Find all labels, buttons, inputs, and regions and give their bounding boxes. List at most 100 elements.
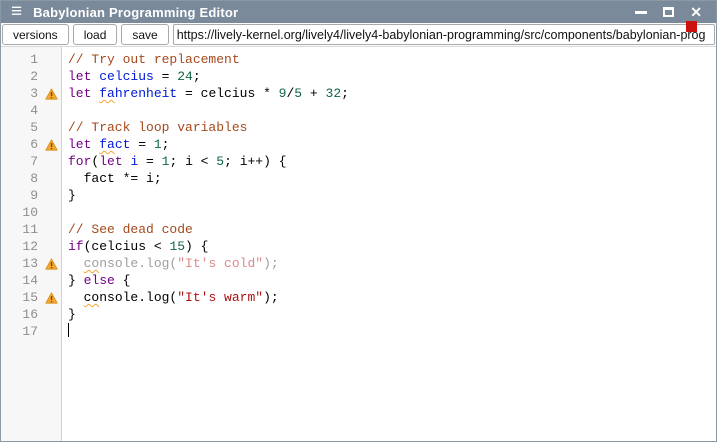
code-text <box>62 323 69 340</box>
code-line[interactable]: 13 console.log("It's cold"); <box>1 255 716 272</box>
code-token: hrenheit <box>115 86 177 101</box>
code-line[interactable]: 10 <box>1 204 716 221</box>
code-token <box>68 256 84 271</box>
versions-button[interactable]: versions <box>2 24 69 45</box>
warn-slot <box>41 187 62 204</box>
code-line[interactable]: 2 let celcius = 24; <box>1 68 716 85</box>
code-token: if <box>68 239 84 254</box>
line-number: 14 <box>1 272 41 289</box>
line-number: 11 <box>1 221 41 238</box>
line-number: 5 <box>1 119 41 136</box>
code-editor[interactable]: 1// Try out replacement2let celcius = 24… <box>1 47 716 441</box>
code-token: ; <box>193 69 201 84</box>
code-text: } <box>62 187 76 204</box>
warning-icon[interactable] <box>41 85 62 102</box>
code-token: fa <box>99 137 115 152</box>
load-button[interactable]: load <box>73 24 118 45</box>
code-line[interactable]: 6let fact = 1; <box>1 136 716 153</box>
code-line[interactable]: 8 fact *= i; <box>1 170 716 187</box>
code-line[interactable]: 7for(let i = 1; i < 5; i++) { <box>1 153 716 170</box>
code-token: ; i++) { <box>224 154 286 169</box>
code-token: 1 <box>154 137 162 152</box>
window-title: Babylonian Programming Editor <box>33 5 238 20</box>
code-token: let <box>68 69 91 84</box>
line-number: 2 <box>1 68 41 85</box>
drag-handle[interactable] <box>686 21 697 32</box>
code-token: { <box>115 273 131 288</box>
line-number: 17 <box>1 323 41 340</box>
menu-icon[interactable]: ≡ <box>11 2 22 22</box>
code-text: // Try out replacement <box>62 51 240 68</box>
code-line[interactable]: 16} <box>1 306 716 323</box>
toolbar: versions load save <box>1 23 716 47</box>
window-controls: ✕ <box>635 5 702 19</box>
code-text: } else { <box>62 272 130 289</box>
line-number: 12 <box>1 238 41 255</box>
code-token: + <box>302 86 325 101</box>
code-text: console.log("It's cold"); <box>62 255 279 272</box>
code-token: let <box>68 86 91 101</box>
maximize-icon[interactable] <box>663 7 674 17</box>
code-text: // Track loop variables <box>62 119 247 136</box>
code-token: // See dead code <box>68 222 193 237</box>
warn-slot <box>41 119 62 136</box>
code-token: } <box>68 273 84 288</box>
code-token: = <box>138 154 161 169</box>
line-number: 15 <box>1 289 41 306</box>
code-line[interactable]: 14 } else { <box>1 272 716 289</box>
warn-slot <box>41 306 62 323</box>
code-line[interactable]: 11 // See dead code <box>1 221 716 238</box>
code-line[interactable]: 17 <box>1 323 716 340</box>
code-token: ct <box>115 137 131 152</box>
code-line[interactable]: 9} <box>1 187 716 204</box>
save-button[interactable]: save <box>121 24 168 45</box>
url-input[interactable] <box>173 24 715 45</box>
code-line[interactable]: 3let fahrenheit = celcius * 9/5 + 32; <box>1 85 716 102</box>
code-token: ; <box>341 86 349 101</box>
code-token: co <box>84 290 100 305</box>
code-token: // Track loop variables <box>68 120 247 135</box>
warn-slot <box>41 170 62 187</box>
close-icon[interactable]: ✕ <box>690 5 702 19</box>
code-token <box>68 290 84 305</box>
warning-icon[interactable] <box>41 136 62 153</box>
code-text: console.log("It's warm"); <box>62 289 279 306</box>
line-number: 13 <box>1 255 41 272</box>
code-line[interactable]: 5 // Track loop variables <box>1 119 716 136</box>
minimize-icon[interactable] <box>635 11 647 14</box>
code-token: 5 <box>294 86 302 101</box>
warning-icon[interactable] <box>41 255 62 272</box>
code-line[interactable]: 15 console.log("It's warm"); <box>1 289 716 306</box>
code-token: ; <box>162 137 170 152</box>
code-token: fact *= i; <box>68 171 162 186</box>
text-cursor <box>68 323 69 337</box>
warn-slot <box>41 238 62 255</box>
code-token: 24 <box>177 69 193 84</box>
code-line[interactable]: 1// Try out replacement <box>1 51 716 68</box>
warn-slot <box>41 68 62 85</box>
line-number: 6 <box>1 136 41 153</box>
line-number: 7 <box>1 153 41 170</box>
warn-slot <box>41 102 62 119</box>
title-bar: ≡ Babylonian Programming Editor ✕ <box>1 1 716 23</box>
code-text: } <box>62 306 76 323</box>
warn-slot <box>41 221 62 238</box>
code-token: nsole.log( <box>99 290 177 305</box>
warning-icon[interactable] <box>41 289 62 306</box>
code-text: let celcius = 24; <box>62 68 201 85</box>
warn-slot <box>41 51 62 68</box>
code-token: = celcius * <box>177 86 278 101</box>
code-token: for <box>68 154 91 169</box>
line-number: 8 <box>1 170 41 187</box>
code-token: (celcius < <box>84 239 170 254</box>
code-token: let <box>99 154 122 169</box>
line-number: 9 <box>1 187 41 204</box>
code-line[interactable]: 4 <box>1 102 716 119</box>
code-token: ; i < <box>169 154 216 169</box>
warn-slot <box>41 323 62 340</box>
line-number: 4 <box>1 102 41 119</box>
code-line[interactable]: 12if(celcius < 15) { <box>1 238 716 255</box>
code-text: let fahrenheit = celcius * 9/5 + 32; <box>62 85 349 102</box>
code-token: ); <box>263 256 279 271</box>
warn-slot <box>41 204 62 221</box>
